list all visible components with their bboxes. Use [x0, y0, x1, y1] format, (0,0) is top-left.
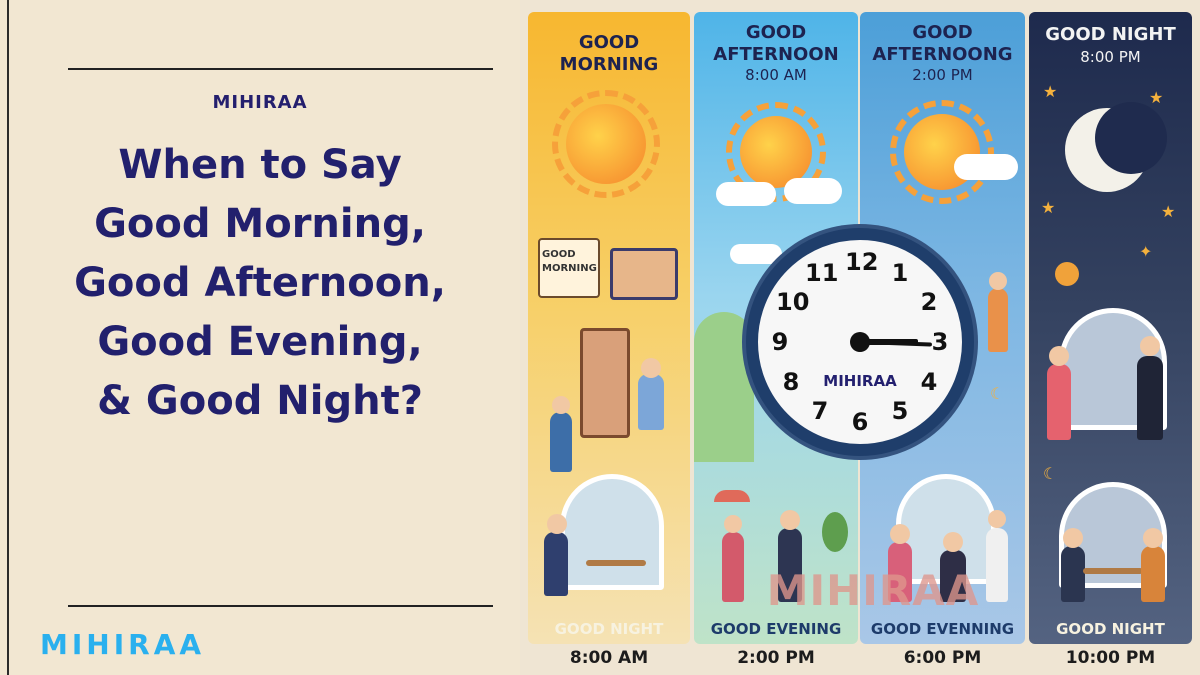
- window: [560, 474, 664, 590]
- tree: [822, 512, 848, 552]
- clock-number: 11: [805, 259, 839, 287]
- moon-icon: ☾: [1043, 464, 1058, 483]
- person: [1141, 546, 1165, 602]
- panel-title: AFTERNOON: [713, 44, 839, 65]
- clock-brand: MIHIRAA: [823, 372, 897, 390]
- panel-title: AFTERNOONG: [872, 44, 1013, 65]
- person: [1137, 356, 1163, 440]
- headline-line: When to Say: [118, 142, 402, 188]
- time-label: 10:00 PM: [1065, 648, 1156, 668]
- clock-number: 6: [851, 408, 869, 436]
- panel-footer: GOOD EVENING: [710, 620, 842, 638]
- panel-morning: GOOD MORNING GOOD MORNING GOOD NIGHT: [528, 12, 690, 644]
- top-divider: [68, 68, 493, 70]
- panel-time: 8:00 AM: [745, 66, 807, 84]
- cloud-icon: [784, 178, 842, 204]
- headline: When to Say Good Morning, Good Afternoon…: [0, 136, 520, 431]
- person-head: [1049, 346, 1069, 366]
- cloud-icon: [716, 182, 776, 206]
- panel-footer: GOOD NIGHT: [1056, 620, 1165, 638]
- watermark: MIHIRAA: [766, 566, 980, 615]
- brand-logo: MIHIRAA: [40, 628, 206, 661]
- wall-picture: [610, 248, 678, 300]
- panel-title: GOOD: [578, 32, 640, 53]
- panel-title: GOOD NIGHT: [1045, 24, 1176, 45]
- clock-number: 7: [811, 397, 829, 425]
- person-head: [1140, 336, 1160, 356]
- moon-icon: ☾: [990, 384, 1005, 403]
- cloud-icon: [954, 154, 1018, 180]
- sun-icon: [566, 104, 646, 184]
- clock-number: 5: [891, 397, 909, 425]
- panel-time: 8:00 PM: [1080, 48, 1141, 66]
- headline-line: Good Afternoon,: [74, 260, 446, 306]
- person-head: [780, 510, 800, 530]
- person: [638, 374, 664, 430]
- panel-title: GOOD: [912, 22, 973, 43]
- bottom-divider: [68, 605, 493, 607]
- hill: [694, 312, 754, 462]
- clock-number: 12: [845, 248, 879, 276]
- star-icon: ★: [1043, 82, 1058, 101]
- clock: 12 1 2 3 4 5 6 7 8 9 10 11 MIHIRAA: [746, 228, 974, 456]
- headline-line: & Good Night?: [97, 378, 423, 424]
- person: [988, 288, 1008, 352]
- person: [544, 532, 568, 596]
- time-label: 8:00 AM: [569, 648, 649, 668]
- brand-label: MIHIRAA: [212, 92, 308, 113]
- person-head: [1143, 528, 1163, 548]
- headline-line: Good Morning,: [94, 201, 426, 247]
- person: [1047, 364, 1071, 440]
- person-head: [890, 524, 910, 544]
- panel-night: GOOD NIGHT 8:00 PM ★ ★ ★ ★ ✦ ☾ GOOD NIGH…: [1029, 12, 1192, 644]
- time-label: 2:00 PM: [737, 648, 815, 668]
- person-head: [547, 514, 567, 534]
- person-head: [641, 358, 661, 378]
- person: [550, 412, 572, 472]
- star-icon: ★: [1041, 198, 1056, 217]
- cloud-icon: [730, 244, 782, 264]
- headline-line: Good Evening,: [97, 319, 423, 365]
- umbrella: [714, 490, 750, 502]
- clock-hub: [850, 332, 870, 352]
- planet-icon: [1055, 262, 1079, 286]
- clock-number: 10: [776, 288, 810, 316]
- star-icon: ★: [1161, 202, 1176, 221]
- moon-shadow: [1095, 102, 1167, 174]
- person-head: [1063, 528, 1083, 548]
- panel-footer: GOOD NIGHT: [554, 620, 664, 638]
- illustration: GOOD MORNING GOOD MORNING GOOD NIGHT GOO…: [520, 0, 1200, 675]
- title-panel: MIHIRAA When to Say Good Morning, Good A…: [0, 0, 520, 675]
- time-label: 6:00 PM: [903, 648, 982, 668]
- star-icon: ★: [1149, 88, 1164, 107]
- table: [586, 560, 646, 566]
- panel-time: 2:00 PM: [912, 66, 973, 84]
- good-morning-sign: GOOD MORNING: [538, 238, 600, 298]
- table: [1083, 568, 1143, 574]
- clock-number: 1: [891, 259, 909, 287]
- panel-title: GOOD: [745, 22, 807, 43]
- person-head: [943, 532, 963, 552]
- person-head: [988, 510, 1006, 528]
- person: [1061, 546, 1085, 602]
- door: [580, 328, 630, 438]
- panel-title: MORNING: [559, 54, 659, 75]
- clock-number: 2: [920, 288, 938, 316]
- person-head: [724, 515, 742, 533]
- star-icon: ✦: [1139, 242, 1153, 261]
- time-labels: 8:00 AM 2:00 PM 6:00 PM 10:00 PM: [520, 648, 1200, 675]
- panel-footer: GOOD EVENNING: [870, 620, 1015, 638]
- person-head: [552, 396, 570, 414]
- clock-number: 9: [771, 328, 789, 356]
- person-head: [989, 272, 1007, 290]
